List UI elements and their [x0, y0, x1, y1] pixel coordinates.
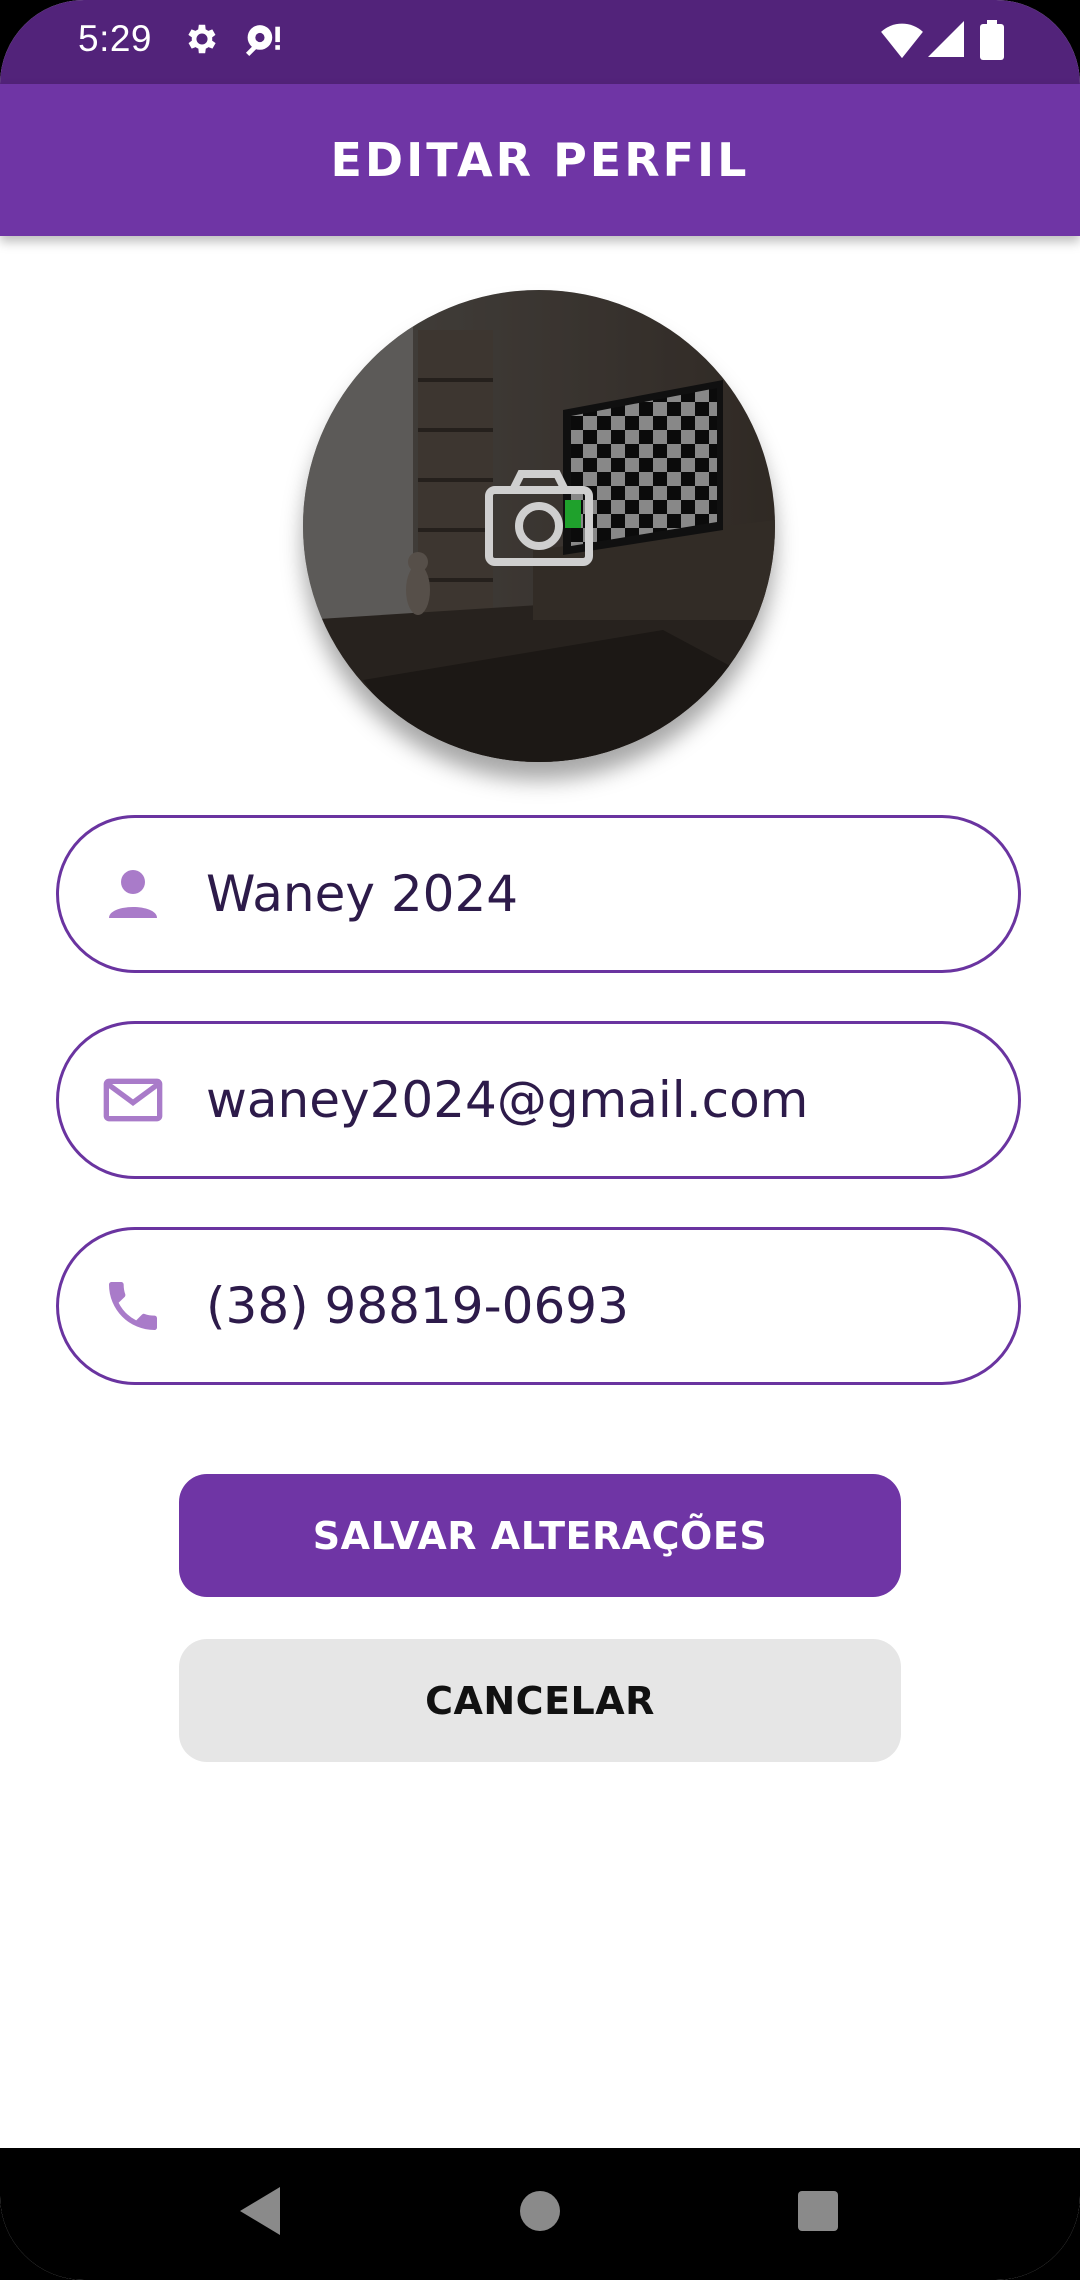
save-changes-button[interactable]: SALVAR ALTERAÇÕES — [179, 1474, 901, 1597]
email-field[interactable]: waney2024@gmail.com — [56, 1021, 1021, 1179]
recents-icon[interactable] — [796, 2182, 840, 2240]
settings-icon — [188, 24, 216, 54]
person-icon — [109, 870, 157, 918]
status-bar: 5:29 — [0, 0, 1080, 84]
edit-profile-screen: 5:29 EDITAR PERFIL Waney 2024 waney2024@… — [0, 0, 1080, 2280]
cancel-button[interactable]: CANCELAR — [179, 1639, 901, 1762]
phone-icon — [109, 1282, 157, 1330]
profile-photo-picker[interactable] — [303, 290, 775, 762]
page-title: EDITAR PERFIL — [330, 133, 750, 187]
back-icon[interactable] — [236, 2182, 284, 2240]
phone-field[interactable]: (38) 98819-0693 — [56, 1227, 1021, 1385]
notification-icon — [245, 25, 280, 57]
name-field[interactable]: Waney 2024 — [56, 815, 1021, 973]
wifi-icon — [881, 23, 923, 59]
signal-icon — [928, 21, 964, 57]
email-value: waney2024@gmail.com — [206, 1071, 809, 1129]
status-time: 5:29 — [78, 18, 153, 59]
mail-icon — [103, 1078, 163, 1122]
battery-icon — [980, 20, 1004, 60]
phone-value: (38) 98819-0693 — [206, 1277, 629, 1335]
home-icon[interactable] — [518, 2182, 562, 2240]
navigation-bar — [0, 2148, 1080, 2280]
name-value: Waney 2024 — [206, 865, 519, 923]
profile-photo — [303, 290, 775, 762]
app-bar: EDITAR PERFIL — [0, 84, 1080, 236]
